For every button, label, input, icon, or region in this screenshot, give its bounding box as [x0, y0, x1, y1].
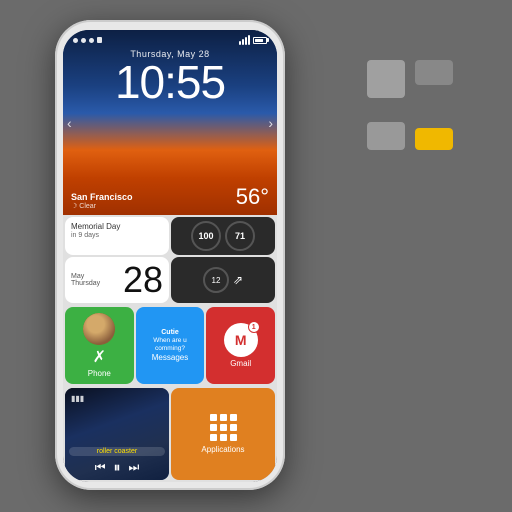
circles-top-widget: 100 71 [171, 217, 275, 255]
logo-block-3 [367, 122, 405, 150]
apps-dot-8 [220, 434, 227, 441]
messages-app-tile[interactable]: Cutie When are u comming? Messages [136, 307, 205, 384]
day-label: May Thursday [71, 273, 100, 287]
apps-dot-1 [210, 414, 217, 421]
music-bars-icon: ▮▮▮ [71, 394, 84, 403]
logo-block-2 [415, 60, 453, 85]
phone-avatar [83, 313, 115, 345]
weather-info: San Francisco ☽ Clear [71, 192, 133, 210]
message-preview: When are u comming? [140, 337, 201, 354]
apps-dot-7 [210, 434, 217, 441]
memorial-day-widget: Memorial Day in 9 days [65, 217, 169, 255]
status-right-icons [239, 35, 267, 45]
circle-val-1: 100 [191, 221, 221, 251]
song-title: roller coaster [69, 447, 165, 456]
right-arrow-icon: › [268, 115, 273, 131]
prev-track-button[interactable]: ⏮ [95, 460, 106, 475]
missed-call-icon: ✗ [93, 347, 106, 367]
gmail-badge: 1 [248, 321, 260, 333]
status-dot-3 [89, 38, 94, 43]
widget-grid-top: Memorial Day in 9 days 100 71 May Thursd… [63, 215, 277, 305]
status-left-icons [73, 37, 102, 43]
battery-fill [255, 39, 263, 42]
mute-button [55, 100, 56, 125]
weather-temperature: 56° [236, 184, 269, 210]
clock-time: 10:55 [63, 59, 277, 105]
music-controls: ⏮ ⏸ ⏭ [69, 459, 165, 476]
circles-bottom-widget: 12 ⇗ [171, 257, 275, 303]
nav-arrows: ‹ › [63, 115, 277, 131]
applications-label: Applications [201, 445, 244, 454]
signal-bar-2 [242, 39, 244, 45]
status-bar [63, 30, 277, 47]
apps-dot-2 [220, 414, 227, 421]
applications-tile[interactable]: Applications [171, 388, 275, 480]
status-dot-1 [73, 38, 78, 43]
volume-down-button [55, 178, 56, 213]
date-widget: May Thursday 28 [65, 257, 169, 303]
logo-block-1 [367, 60, 405, 98]
clock-date: Thursday, May 28 [63, 49, 277, 59]
circle-val-2: 71 [225, 221, 255, 251]
status-lock-icon [97, 37, 102, 43]
gmail-icon-circle: M 1 [224, 323, 258, 357]
memorial-title: Memorial Day [71, 222, 163, 231]
signal-bar-4 [248, 35, 250, 45]
music-tile[interactable]: ▮▮▮ roller coaster ⏮ ⏸ ⏭ [65, 388, 169, 480]
weather-city: San Francisco [71, 192, 133, 202]
signal-bar-1 [239, 41, 241, 45]
bottom-row: ▮▮▮ roller coaster ⏮ ⏸ ⏭ [63, 386, 277, 482]
scene: Thursday, May 28 10:55 ‹ › San Francisco… [0, 0, 512, 512]
phone-screen: Thursday, May 28 10:55 ‹ › San Francisco… [63, 30, 277, 482]
next-track-button[interactable]: ⏭ [129, 460, 140, 475]
weather-widget: San Francisco ☽ Clear 56° [63, 184, 277, 210]
power-button [284, 120, 285, 160]
apps-dot-3 [230, 414, 237, 421]
left-arrow-icon: ‹ [67, 115, 72, 131]
apps-dot-5 [220, 424, 227, 431]
signal-icon [239, 35, 250, 45]
date-number: 28 [123, 262, 163, 298]
apps-dot-9 [230, 434, 237, 441]
phone-app-tile[interactable]: ✗ Phone [65, 307, 134, 384]
gmail-app-label: Gmail [230, 359, 251, 368]
memorial-subtitle: in 9 days [71, 232, 163, 239]
play-pause-button[interactable]: ⏸ [114, 459, 121, 476]
weekday-label: Thursday [71, 280, 100, 287]
messages-app-label: Messages [152, 353, 188, 362]
logo-block-4 [415, 128, 453, 150]
apps-dot-4 [210, 424, 217, 431]
battery-icon [253, 37, 267, 44]
apps-grid-icon [210, 414, 237, 441]
phone: Thursday, May 28 10:55 ‹ › San Francisco… [55, 20, 285, 490]
weather-condition: ☽ Clear [71, 202, 133, 210]
gmail-m-icon: M [235, 332, 247, 348]
gmail-app-tile[interactable]: M 1 Gmail [206, 307, 275, 384]
lock-screen-header: Thursday, May 28 10:55 ‹ › San Francisco… [63, 30, 277, 215]
circle-small-val: 12 [203, 267, 229, 293]
arrow-right-icon: ⇗ [233, 273, 243, 287]
volume-up-button [55, 135, 56, 170]
signal-bar-3 [245, 37, 247, 45]
moon-icon: ☽ [71, 202, 77, 210]
apps-dot-6 [230, 424, 237, 431]
avatar-image [83, 313, 115, 345]
status-dot-2 [81, 38, 86, 43]
message-sender: Cutie [161, 329, 179, 336]
month-label: May [71, 273, 100, 280]
clock-display: Thursday, May 28 10:55 [63, 47, 277, 105]
battery-tip [267, 38, 269, 42]
app-row: ✗ Phone Cutie When are u comming? Messag… [63, 305, 277, 386]
logo [367, 60, 457, 150]
phone-app-label: Phone [88, 369, 111, 378]
weather-condition-text: Clear [79, 203, 96, 210]
